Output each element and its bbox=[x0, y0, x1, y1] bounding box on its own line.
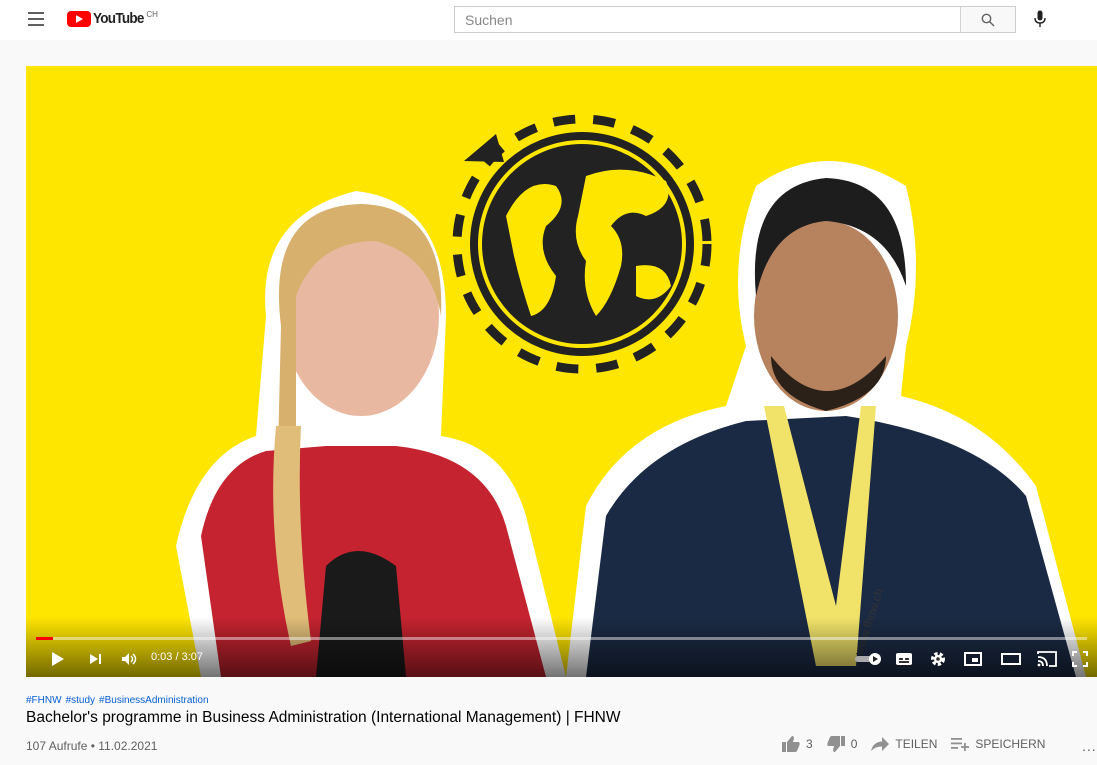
settings-button[interactable] bbox=[928, 649, 948, 669]
cast-button[interactable] bbox=[1036, 649, 1058, 669]
thumbs-up-icon bbox=[782, 736, 800, 752]
globe-graphic bbox=[452, 114, 712, 374]
action-bar: 3 0 TEILEN SPEICHERN bbox=[782, 736, 1059, 752]
hashtag-link[interactable]: #BusinessAdministration bbox=[99, 695, 209, 706]
volume-icon bbox=[122, 653, 137, 665]
fullscreen-button[interactable] bbox=[1070, 649, 1090, 669]
thumbs-down-icon bbox=[827, 736, 845, 752]
top-bar: YouTube CH bbox=[0, 0, 1097, 40]
share-button[interactable]: TEILEN bbox=[871, 737, 937, 751]
play-button[interactable] bbox=[48, 649, 68, 669]
country-code: CH bbox=[146, 10, 158, 19]
subtitles-button[interactable] bbox=[894, 650, 914, 668]
progress-fill bbox=[36, 637, 53, 640]
autoplay-toggle-icon bbox=[855, 653, 881, 665]
search-button[interactable] bbox=[960, 7, 1015, 32]
hashtag-link[interactable]: #study bbox=[66, 695, 95, 706]
hashtags: #FHNW #study #BusinessAdministration bbox=[26, 695, 213, 706]
next-icon bbox=[89, 654, 101, 664]
share-label: TEILEN bbox=[895, 737, 938, 751]
like-count: 3 bbox=[806, 737, 813, 751]
logo-text: YouTube bbox=[93, 10, 144, 27]
subtitles-icon bbox=[896, 653, 912, 665]
youtube-logo[interactable]: YouTube CH bbox=[67, 8, 158, 30]
video-title: Bachelor's programme in Business Adminis… bbox=[26, 709, 621, 726]
time-display: 0:03 / 3:07 bbox=[151, 651, 203, 663]
dislike-button[interactable]: 0 bbox=[827, 736, 858, 752]
fullscreen-icon bbox=[1072, 651, 1088, 667]
microphone-icon bbox=[1034, 10, 1046, 27]
search-icon bbox=[981, 13, 995, 26]
miniplayer-button[interactable] bbox=[962, 649, 984, 669]
search-box bbox=[454, 6, 1016, 33]
like-button[interactable]: 3 bbox=[782, 736, 813, 752]
microphone-button[interactable] bbox=[1030, 9, 1050, 29]
theater-mode-button[interactable] bbox=[1000, 649, 1022, 669]
youtube-play-badge-icon bbox=[67, 11, 91, 27]
miniplayer-icon bbox=[964, 652, 982, 666]
more-actions-button[interactable]: ... bbox=[1082, 738, 1097, 754]
hashtag-link[interactable]: #FHNW bbox=[26, 695, 62, 706]
menu-icon[interactable] bbox=[28, 12, 44, 26]
progress-bar[interactable] bbox=[36, 637, 1087, 640]
save-label: SPEICHERN bbox=[975, 737, 1046, 751]
next-button[interactable] bbox=[87, 651, 103, 667]
theater-icon bbox=[1001, 653, 1021, 665]
play-icon bbox=[52, 652, 64, 666]
video-player[interactable]: www.fhnw.ch 0:03 / 3:07 bbox=[26, 66, 1097, 677]
video-thumbnail: www.fhnw.ch bbox=[26, 66, 1097, 677]
settings-icon bbox=[931, 652, 945, 666]
autoplay-toggle[interactable] bbox=[854, 652, 884, 666]
share-icon bbox=[871, 737, 890, 751]
volume-button[interactable] bbox=[120, 650, 140, 668]
save-button[interactable]: SPEICHERN bbox=[951, 737, 1045, 751]
view-count-date: 107 Aufrufe • 11.02.2021 bbox=[26, 739, 158, 753]
search-input[interactable] bbox=[455, 7, 960, 32]
dislike-count: 0 bbox=[850, 737, 858, 751]
cast-icon bbox=[1037, 651, 1057, 667]
playlist-add-icon bbox=[951, 738, 970, 751]
